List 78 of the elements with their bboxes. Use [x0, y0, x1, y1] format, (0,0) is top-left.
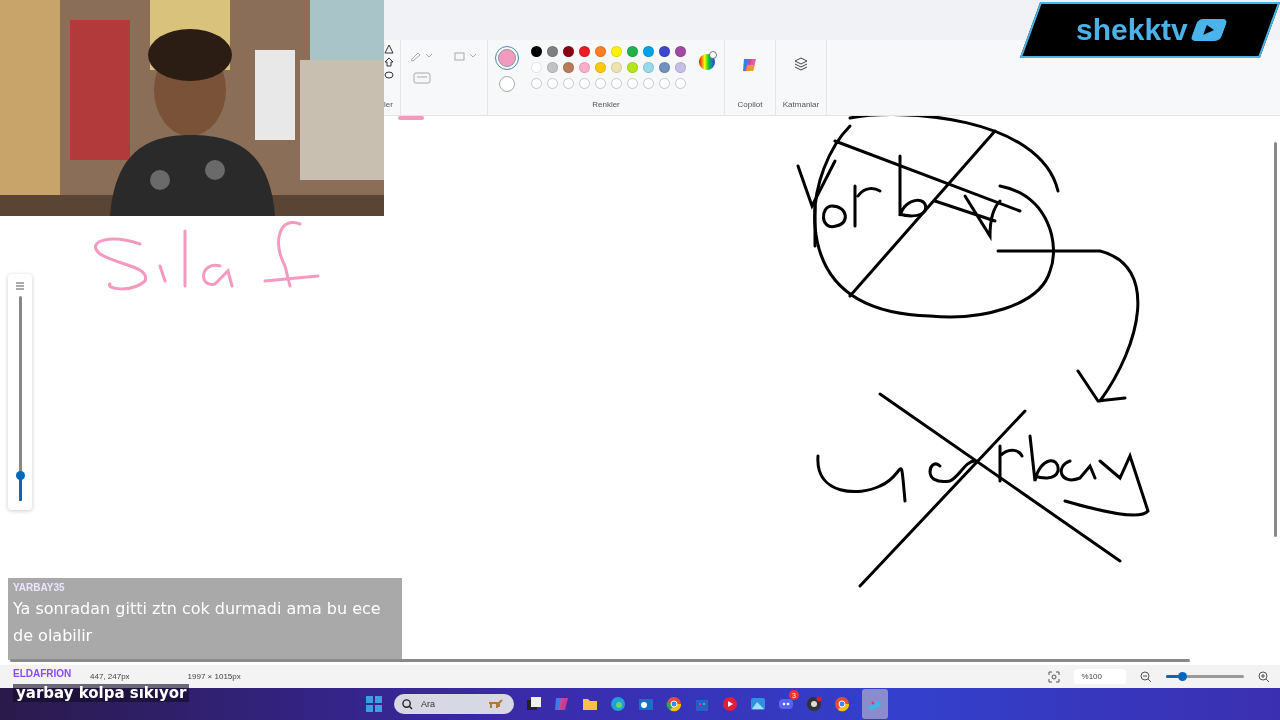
color-swatch[interactable]: [562, 62, 574, 73]
browser-icon[interactable]: [610, 696, 626, 712]
color-swatch[interactable]: [578, 62, 590, 73]
outline-icon[interactable]: [409, 50, 435, 62]
empty-swatch[interactable]: [546, 78, 558, 89]
color-swatch[interactable]: [530, 62, 542, 73]
empty-swatch[interactable]: [578, 78, 590, 89]
primary-color[interactable]: [497, 49, 516, 67]
group-label: ler: [384, 100, 393, 109]
photos-icon[interactable]: [750, 696, 766, 712]
color-swatch[interactable]: [578, 46, 590, 57]
discord-icon[interactable]: [778, 696, 794, 712]
color-swatch[interactable]: [594, 62, 606, 73]
logo-text: shekktv: [1076, 13, 1188, 47]
color-swatch[interactable]: [594, 46, 606, 57]
chat-username: ELDAFRION: [13, 668, 72, 680]
color-swatch[interactable]: [674, 46, 686, 57]
fit-icon[interactable]: [1047, 670, 1060, 683]
oval-icon[interactable]: [384, 70, 394, 80]
chrome-icon[interactable]: [666, 696, 682, 712]
zoom-slider[interactable]: [1166, 675, 1244, 678]
canvas-size: 1997 × 1015px: [187, 672, 241, 681]
recorder-icon[interactable]: [806, 696, 822, 712]
folder-icon[interactable]: [582, 696, 598, 712]
empty-swatch[interactable]: [626, 78, 638, 89]
color-swatch[interactable]: [674, 62, 686, 73]
color-swatch[interactable]: [530, 46, 542, 57]
chat-message: yarbay kolpa sıkıyor: [13, 684, 190, 702]
color-swatch[interactable]: [546, 62, 558, 73]
active-app-tile[interactable]: [862, 689, 888, 719]
zoom-dropdown[interactable]: %100: [1073, 669, 1126, 684]
color-swatch[interactable]: [658, 62, 670, 73]
size-icon[interactable]: [413, 72, 431, 84]
taskbar-search[interactable]: Ara: [394, 694, 514, 714]
empty-swatch[interactable]: [642, 78, 654, 89]
fill-icon[interactable]: [453, 50, 479, 62]
start-icon[interactable]: [366, 696, 382, 712]
search-placeholder: Ara: [421, 699, 436, 709]
color-wheel-icon[interactable]: [697, 51, 718, 71]
zoom-out-icon[interactable]: [1140, 670, 1152, 683]
brush-size-slider[interactable]: [18, 296, 22, 501]
task-view-icon[interactable]: [526, 696, 542, 712]
empty-swatch[interactable]: [674, 78, 686, 89]
vertical-scrollbar[interactable]: [1274, 142, 1277, 537]
copilot-icon[interactable]: [741, 56, 759, 74]
color-swatch[interactable]: [610, 62, 622, 73]
empty-swatch[interactable]: [610, 78, 622, 89]
cursor-position: 447, 247px: [90, 672, 130, 681]
color-swatch[interactable]: [562, 46, 574, 57]
layers-icon[interactable]: [793, 56, 809, 72]
group-label: Copilot: [737, 100, 763, 109]
ink-stroke: [398, 116, 424, 120]
copilot-icon[interactable]: [554, 696, 570, 712]
secondary-color[interactable]: [498, 76, 515, 92]
empty-swatch[interactable]: [658, 78, 670, 89]
color-swatch[interactable]: [546, 46, 558, 57]
color-swatch[interactable]: [658, 46, 670, 57]
mail-icon[interactable]: [638, 696, 654, 712]
color-swatch[interactable]: [642, 62, 654, 73]
empty-swatch[interactable]: [594, 78, 606, 89]
play-icon: [1189, 19, 1228, 41]
size-icon: [15, 282, 25, 290]
chrome-icon[interactable]: [834, 696, 850, 712]
search-icon: [402, 698, 413, 710]
triangle-icon[interactable]: [384, 44, 394, 54]
chat-message: Ya sonradan gitti ztn cok durmadi ama bu ece de olabilir: [13, 598, 382, 647]
color-swatch[interactable]: [642, 46, 654, 57]
empty-swatch[interactable]: [562, 78, 574, 89]
arrow-icon[interactable]: [384, 57, 394, 67]
music-icon[interactable]: [722, 696, 738, 712]
zoom-in-icon[interactable]: [1258, 670, 1270, 683]
group-label: Katmanlar: [782, 100, 820, 109]
color-swatch[interactable]: [626, 62, 638, 73]
color-swatch[interactable]: [610, 46, 622, 57]
color-swatch[interactable]: [626, 46, 638, 57]
group-label: Renkler: [592, 100, 620, 109]
chat-username: YARBAY35: [13, 582, 66, 593]
empty-swatch[interactable]: [530, 78, 542, 89]
